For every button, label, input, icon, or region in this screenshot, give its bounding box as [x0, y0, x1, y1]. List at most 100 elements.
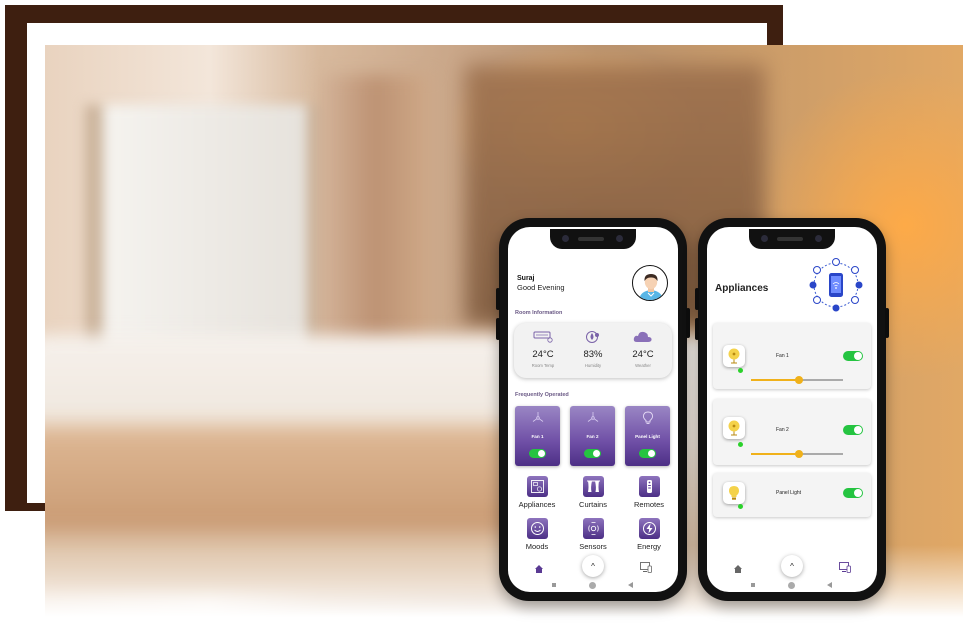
appliance-icon [723, 417, 745, 439]
system-home-button[interactable] [788, 582, 795, 589]
expand-up-button[interactable]: ^ [781, 555, 803, 577]
category-moods[interactable]: Moods [514, 518, 560, 551]
room-temp-value: 24°C [532, 349, 554, 360]
volume-button [695, 318, 699, 340]
remote-nav-button[interactable] [640, 560, 652, 578]
category-label: Sensors [579, 542, 607, 551]
slider-knob[interactable] [794, 450, 803, 458]
room-stat-weather: 24°C Weather [618, 329, 668, 368]
appliance-icon [723, 482, 745, 504]
fan-icon [532, 412, 543, 422]
panel-light-power-toggle[interactable] [843, 488, 863, 498]
remote-icon [646, 480, 652, 493]
frequently-operated-title: Frequently Operated [515, 392, 569, 398]
recent-apps-button[interactable] [751, 583, 755, 587]
camera-icon [815, 235, 822, 242]
speaker-grille [578, 237, 604, 241]
monitor-remote-icon [839, 562, 851, 573]
expand-up-button[interactable]: ^ [582, 555, 604, 577]
recent-apps-button[interactable] [552, 583, 556, 587]
humidity-label: Humidity [584, 363, 602, 368]
room-info-card: 24°C Room Temp 83% Humidity 24°C Weather [514, 323, 672, 378]
slider-knob[interactable] [794, 376, 803, 384]
weather-value: 24°C [632, 349, 654, 360]
camera-icon [761, 235, 768, 242]
home-nav-button[interactable] [733, 561, 743, 579]
category-label: Energy [637, 542, 661, 551]
home-icon [734, 565, 742, 573]
system-home-button[interactable] [589, 582, 596, 589]
tile-fan-1[interactable]: Fan 1 [515, 406, 560, 466]
category-label: Remotes [633, 500, 664, 509]
category-remotes[interactable]: Remotes [626, 476, 672, 509]
user-name: Suraj [517, 275, 535, 282]
appliance-card-fan-1[interactable]: Fan 1 [713, 323, 871, 389]
tile-fan-2[interactable]: Fan 2 [570, 406, 615, 466]
appliance-name: Panel Light [776, 490, 802, 496]
volume-button [695, 288, 699, 310]
greeting-block: Suraj Good Evening [517, 275, 565, 292]
system-back-button[interactable] [827, 582, 832, 588]
status-dot [738, 368, 743, 373]
category-label: Moods [525, 542, 549, 551]
appliance-card-fan-2[interactable]: Fan 2 [713, 399, 871, 465]
tile-label: Fan 2 [586, 434, 599, 439]
fan-icon [728, 420, 740, 436]
smiley-icon [530, 522, 544, 535]
phone-notch [749, 229, 835, 249]
volume-button [496, 318, 500, 340]
status-dot [738, 504, 743, 509]
category-energy[interactable]: Energy [626, 518, 672, 551]
fan-1-power-toggle[interactable] [843, 351, 863, 361]
humidity-icon [586, 331, 599, 343]
bottom-navigation: ^ [508, 555, 678, 577]
category-appliances[interactable]: Appliances [514, 476, 560, 509]
avatar[interactable] [632, 265, 668, 301]
room-stat-humidity: 83% Humidity [568, 329, 618, 368]
phone-home: Suraj Good Evening Room Information 24°C… [496, 218, 690, 601]
curtains-icon [586, 480, 600, 492]
category-label: Curtains [579, 500, 607, 509]
slider-fill [751, 453, 799, 455]
fan-2-power-toggle[interactable] [843, 425, 863, 435]
monitor-remote-icon [640, 562, 652, 573]
system-back-button[interactable] [628, 582, 633, 588]
camera-icon [562, 235, 569, 242]
energy-icon [642, 522, 656, 535]
panel-light-toggle[interactable] [639, 449, 656, 458]
fan-2-speed-slider[interactable] [751, 450, 843, 458]
camera-icon [616, 235, 623, 242]
slider-fill [751, 379, 799, 381]
remote-nav-button[interactable] [839, 560, 851, 578]
ac-icon [533, 331, 553, 343]
power-button [686, 308, 690, 338]
category-sensors[interactable]: Sensors [570, 518, 616, 551]
fan-2-toggle[interactable] [584, 449, 601, 458]
appliance-card-panel-light[interactable]: Panel Light [713, 473, 871, 517]
greeting-text: Good Evening [517, 283, 565, 292]
tile-panel-light[interactable]: Panel Light [625, 406, 670, 466]
home-nav-button[interactable] [534, 561, 544, 579]
category-curtains[interactable]: Curtains [570, 476, 616, 509]
phone-notch [550, 229, 636, 249]
appliances-screen: Appliances Fan 1 Fan 2 Panel Light ^ [707, 227, 877, 592]
volume-button [496, 288, 500, 310]
avatar-person-icon [639, 274, 663, 300]
speaker-grille [777, 237, 803, 241]
showcase-stage: Suraj Good Evening Room Information 24°C… [0, 0, 963, 626]
status-dot [738, 442, 743, 447]
home-icon [535, 565, 543, 573]
appliances-icon [530, 480, 544, 493]
room-info-title: Room Information [515, 310, 563, 316]
weather-label: Weather [635, 363, 651, 368]
page-title: Appliances [715, 283, 769, 294]
tile-label: Fan 1 [531, 434, 544, 439]
fan-1-toggle[interactable] [529, 449, 546, 458]
fan-1-speed-slider[interactable] [751, 376, 843, 384]
appliance-name: Fan 1 [776, 353, 789, 359]
humidity-value: 83% [583, 349, 603, 360]
bulb-icon [729, 486, 739, 500]
system-nav-bar [707, 581, 877, 591]
appliance-name: Fan 2 [776, 427, 789, 433]
room-temp-label: Room Temp [531, 363, 555, 368]
